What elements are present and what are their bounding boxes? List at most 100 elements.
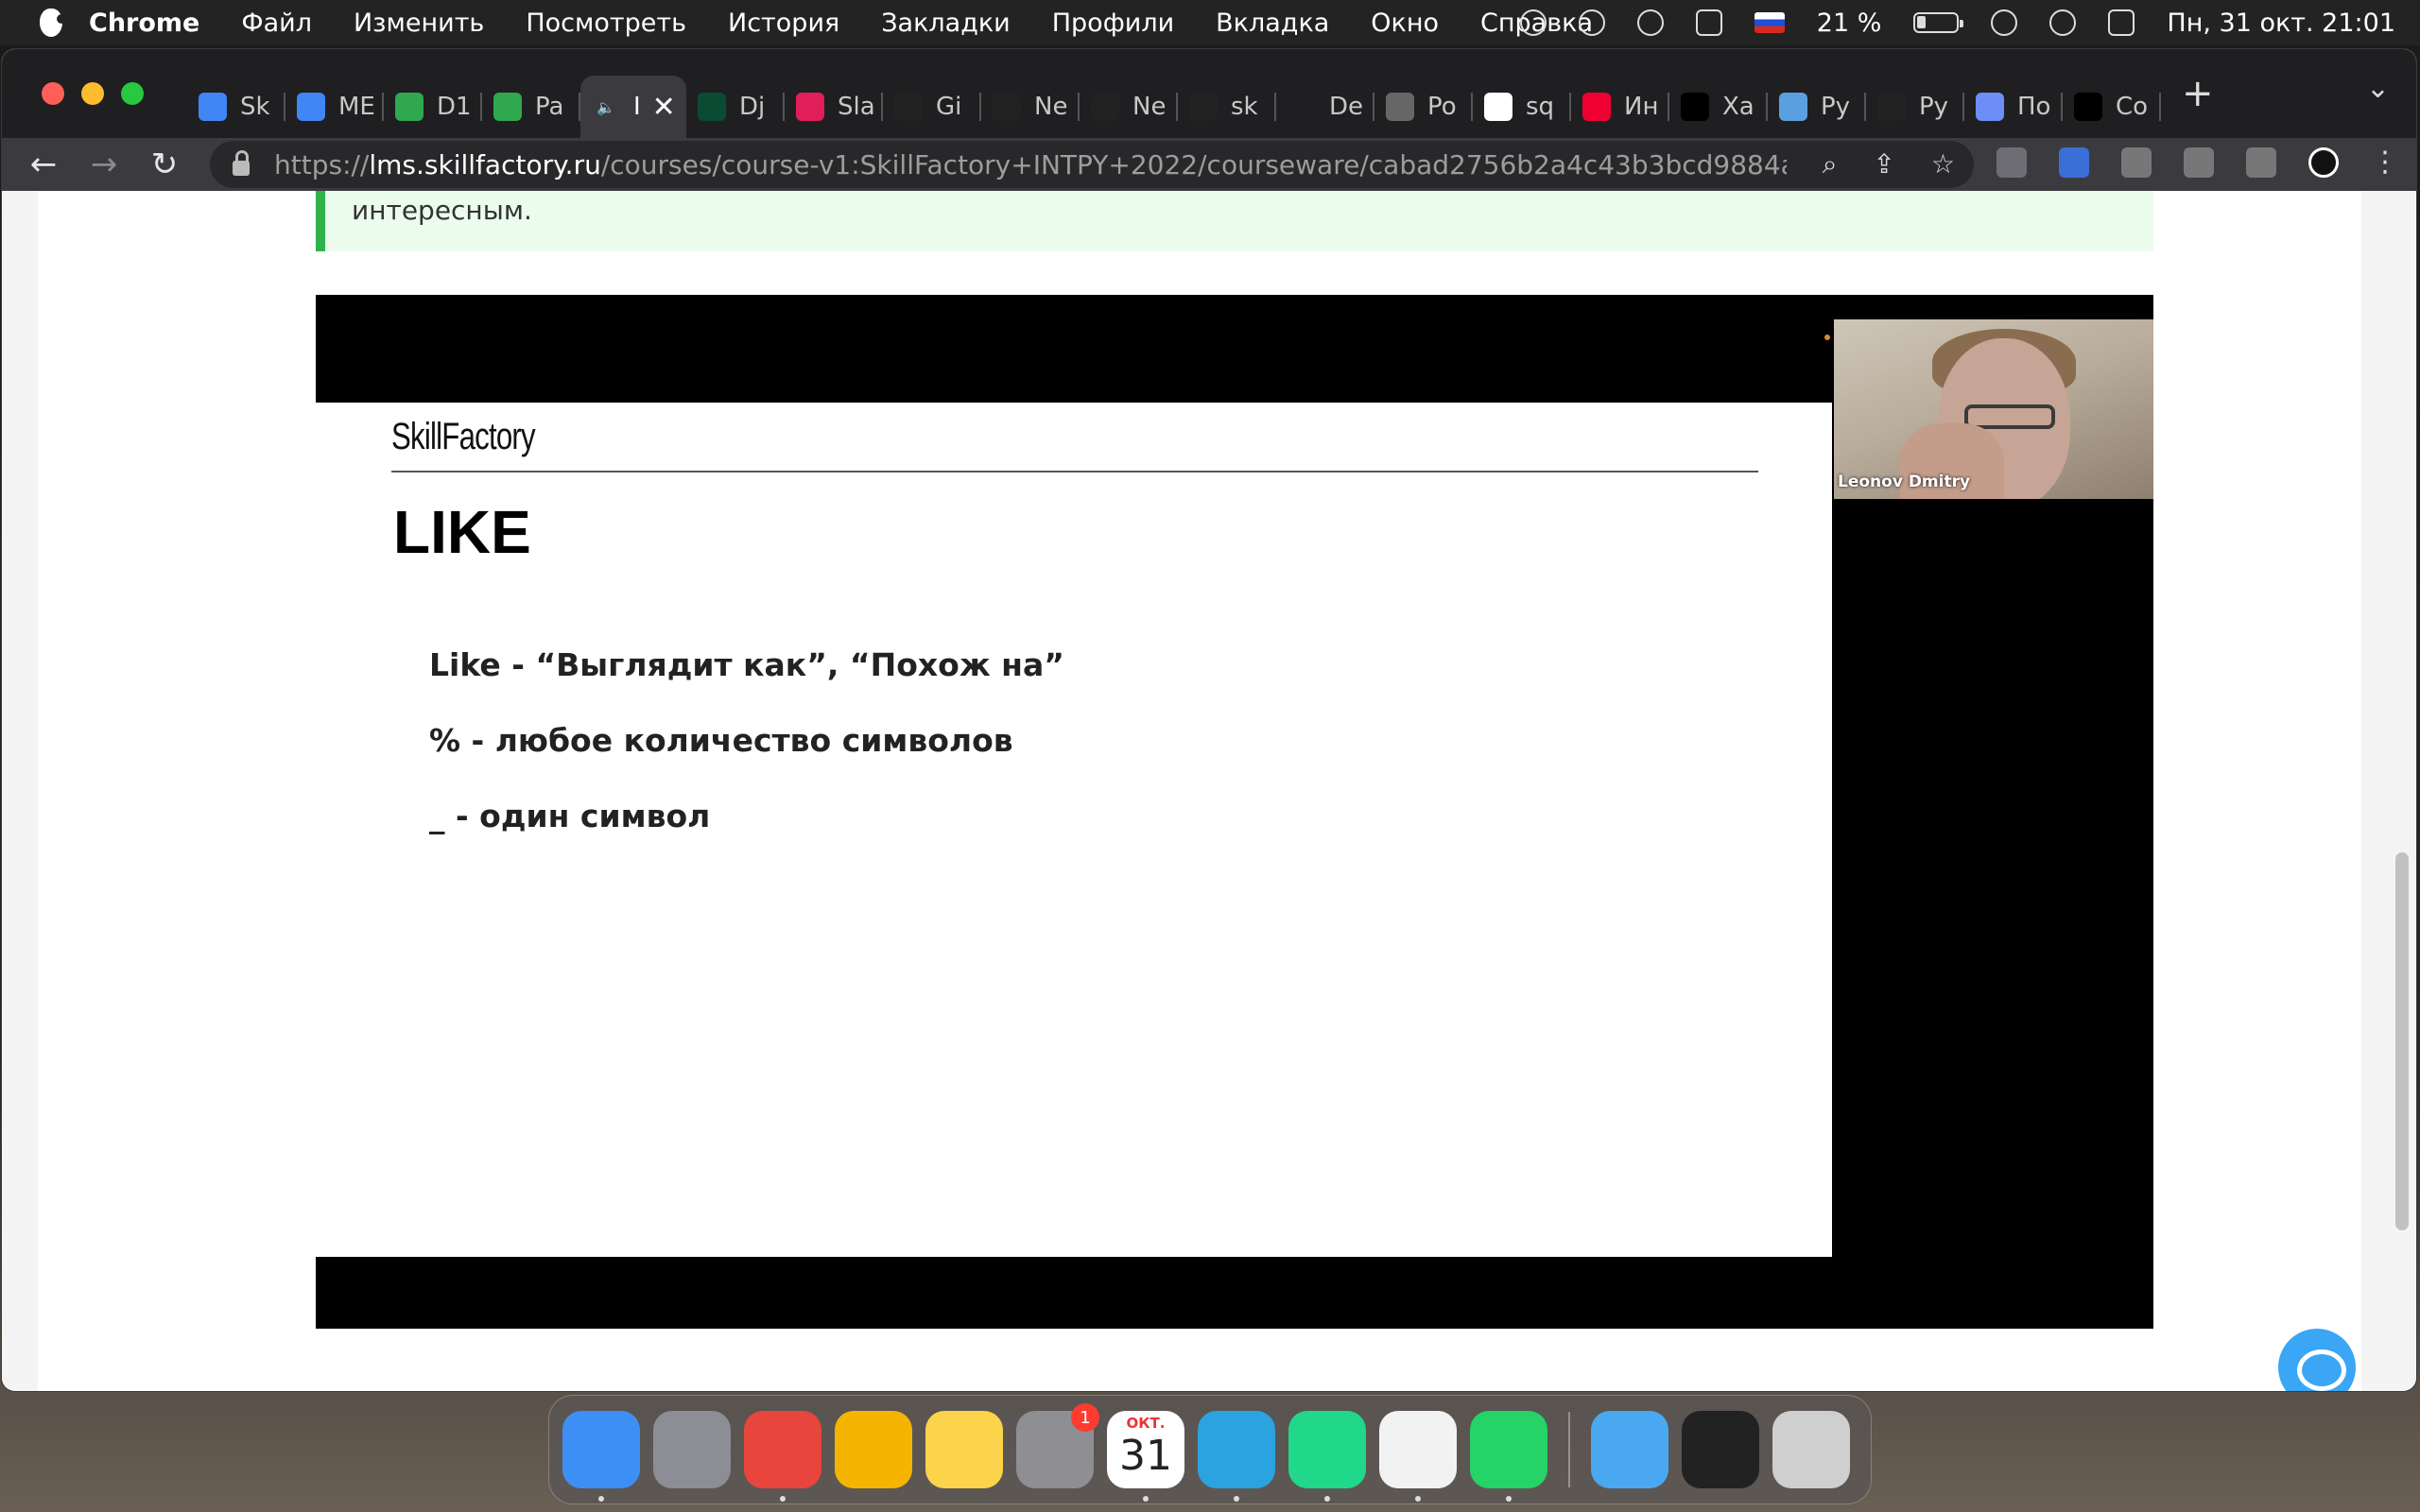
lock-icon[interactable] <box>233 150 250 176</box>
menu-window[interactable]: Окно <box>1371 9 1439 38</box>
zoom-icon[interactable]: ⌕ <box>1823 148 1838 180</box>
finder-icon[interactable] <box>562 1411 640 1502</box>
tab-0[interactable]: Sk <box>187 76 285 138</box>
profile-avatar-icon[interactable] <box>2308 146 2339 178</box>
notification-badge: 1 <box>1071 1403 1099 1432</box>
tab-13[interactable]: sq <box>1473 76 1571 138</box>
forward-button[interactable]: → <box>74 146 134 183</box>
menu-edit[interactable]: Изменить <box>354 9 484 38</box>
tab-1[interactable]: ME <box>285 76 384 138</box>
trash-icon[interactable] <box>1772 1411 1850 1488</box>
side-panel-icon[interactable] <box>2246 146 2276 178</box>
tab-close-icon[interactable]: ✕ <box>652 91 676 124</box>
tab-active-video[interactable]: 🔈 I ✕ <box>580 76 686 138</box>
settings-icon[interactable]: 1 <box>1016 1403 1099 1488</box>
downloads-folder-icon[interactable] <box>1591 1411 1668 1488</box>
tab-14[interactable]: Ин <box>1571 76 1669 138</box>
snowflake-icon <box>1779 93 1807 121</box>
play-status-icon[interactable] <box>1578 9 1605 36</box>
menu-clock[interactable]: Пн, 31 окт. 21:01 <box>2167 9 2395 38</box>
input-source-flag-icon[interactable] <box>1754 12 1785 33</box>
telegram-icon[interactable] <box>1198 1411 1275 1502</box>
tab-3[interactable]: Pa <box>482 76 580 138</box>
launchpad-icon[interactable] <box>653 1411 731 1488</box>
tab-title: Ne <box>1132 93 1167 121</box>
notes-icon[interactable] <box>925 1411 1003 1488</box>
zoom-window-button[interactable] <box>121 82 144 105</box>
tab-16[interactable]: Ру <box>1768 76 1866 138</box>
slide-bullet-underscore: _ - один символ <box>429 798 711 834</box>
user-status-icon[interactable] <box>2049 9 2077 36</box>
apple-menu-icon[interactable] <box>40 9 66 37</box>
url-text[interactable]: https://lms.skillfactory.ru/courses/cour… <box>274 149 1787 180</box>
menu-file[interactable]: Файл <box>241 9 312 38</box>
tab-15[interactable]: Ха <box>1669 76 1768 138</box>
tab-search-chevron-icon[interactable]: ⌄ <box>2366 72 2390 105</box>
pycharm-icon[interactable] <box>1288 1411 1366 1502</box>
running-indicator <box>780 1496 786 1502</box>
tab-7[interactable]: Gi <box>883 76 981 138</box>
tab-17[interactable]: Ру <box>1866 76 1964 138</box>
menu-profiles[interactable]: Профили <box>1052 9 1174 38</box>
terminal-preview-icon[interactable] <box>1682 1411 1759 1488</box>
menu-view[interactable]: Посмотреть <box>526 9 686 38</box>
tab-6[interactable]: Sla <box>785 76 883 138</box>
tab-title: sk <box>1231 93 1258 121</box>
textedit-icon[interactable] <box>1379 1411 1457 1502</box>
running-indicator <box>1324 1496 1330 1502</box>
skillfactory-icon <box>395 93 424 121</box>
tab-11[interactable]: De <box>1276 76 1374 138</box>
translate-extension-icon[interactable] <box>2059 146 2089 178</box>
tab-9[interactable]: Ne <box>1080 76 1178 138</box>
reload-button[interactable]: ↻ <box>134 146 195 183</box>
page-scrollbar[interactable] <box>2395 852 2409 1230</box>
address-bar[interactable]: https://lms.skillfactory.ru/courses/cour… <box>210 141 1974 188</box>
tab-8[interactable]: Ne <box>981 76 1080 138</box>
skillfactory-logo: SkillFactory <box>391 416 536 457</box>
slack-icon <box>796 93 824 121</box>
tab-12[interactable]: Po <box>1374 76 1473 138</box>
share-icon[interactable]: ⇪ <box>1873 148 1894 180</box>
bookmark-star-icon[interactable]: ☆ <box>1931 148 1955 180</box>
extensions-puzzle-icon[interactable] <box>2121 146 2152 178</box>
devtools-extension-icon[interactable] <box>1996 146 2027 178</box>
tab-5[interactable]: Dj <box>686 76 785 138</box>
chrome-menu-icon[interactable]: ⋮ <box>2371 146 2399 179</box>
menu-tab[interactable]: Вкладка <box>1216 9 1329 38</box>
menu-app-chrome[interactable]: Chrome <box>89 9 199 38</box>
bluetooth-status-icon[interactable] <box>1695 9 1722 36</box>
airdrop-status-icon[interactable] <box>1636 9 1664 36</box>
search-icon <box>1582 93 1611 121</box>
weather-status-icon[interactable] <box>1519 9 1547 36</box>
tab-10[interactable]: sk <box>1178 76 1276 138</box>
video-player[interactable]: SkillFactory LIKE Like - “Выглядит как”,… <box>316 295 2153 1329</box>
control-center-icon[interactable] <box>2108 9 2135 36</box>
tab-18[interactable]: По <box>1964 76 2063 138</box>
calendar-day: 31 <box>1119 1432 1172 1480</box>
wifi-status-icon[interactable] <box>1991 9 2018 36</box>
whatsapp-icon[interactable] <box>1470 1411 1547 1502</box>
recording-dot <box>1824 335 1830 340</box>
tab-title: Ne <box>1034 93 1068 121</box>
slide-divider <box>391 471 1758 472</box>
hh-icon <box>1681 93 1709 121</box>
jetbrains-icon <box>2074 93 2102 121</box>
media-control-icon[interactable] <box>2184 146 2214 178</box>
battery-icon[interactable] <box>1913 12 1964 33</box>
minimize-window-button[interactable] <box>81 82 104 105</box>
back-button[interactable]: ← <box>13 146 74 183</box>
new-tab-button[interactable]: + <box>2182 72 2214 115</box>
running-indicator <box>1506 1496 1512 1502</box>
tab-19[interactable]: Co <box>2063 76 2161 138</box>
tab-title: Ру <box>1821 93 1851 121</box>
pen-icon <box>1288 93 1316 121</box>
photos-icon[interactable] <box>835 1411 912 1488</box>
tab-2[interactable]: D1 <box>384 76 482 138</box>
chrome-icon[interactable] <box>744 1411 821 1502</box>
calendar-icon[interactable]: ОКТ. 31 <box>1107 1411 1184 1502</box>
close-window-button[interactable] <box>42 82 64 105</box>
menu-bookmarks[interactable]: Закладки <box>881 9 1011 38</box>
tab-title: ME <box>338 93 375 121</box>
menu-history[interactable]: История <box>728 9 839 38</box>
tab-title: Po <box>1427 93 1457 121</box>
